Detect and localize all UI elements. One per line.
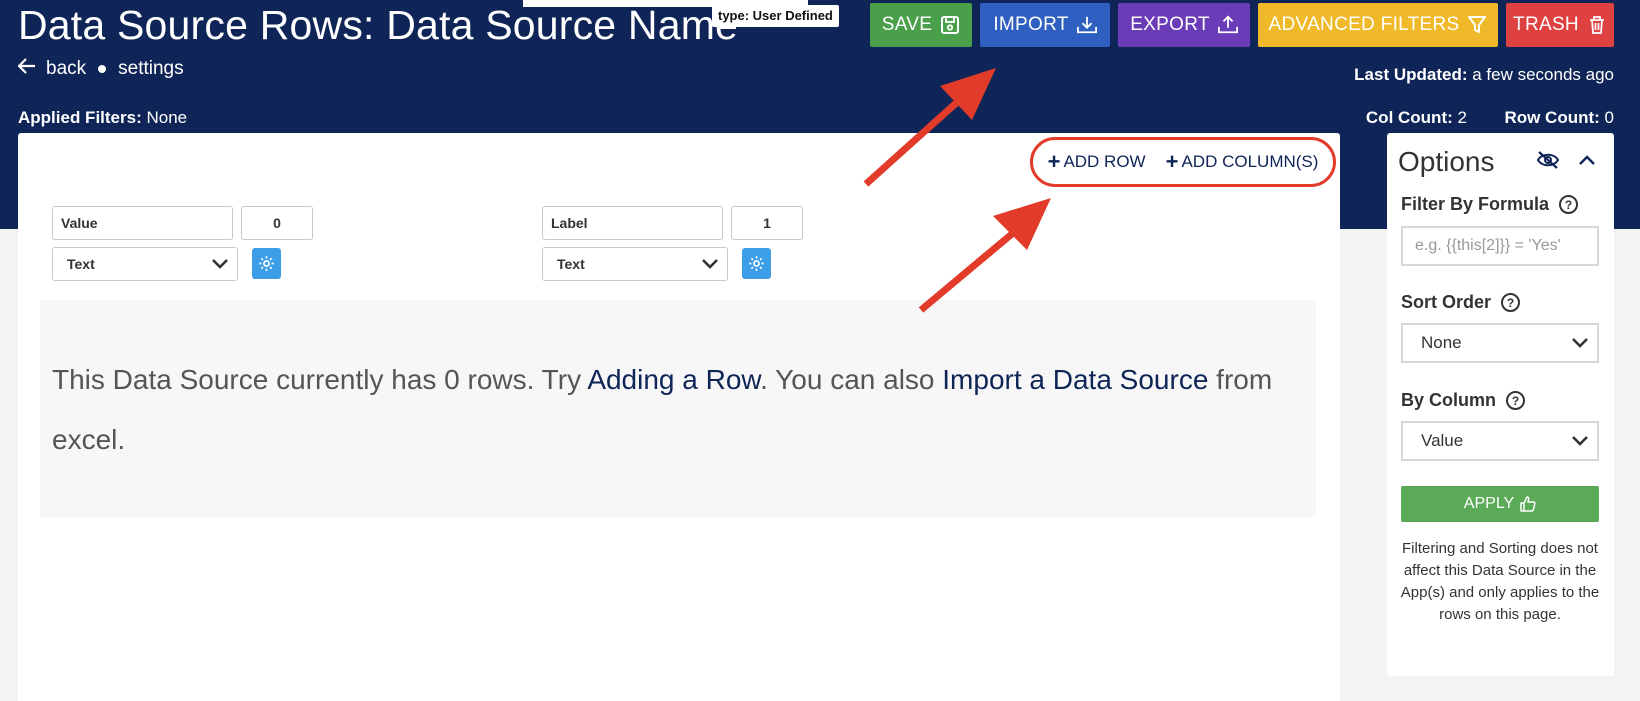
download-icon [1076, 16, 1097, 34]
trash-button-label: TRASH [1513, 14, 1579, 35]
last-updated: Last Updated: a few seconds ago [1354, 65, 1614, 85]
save-button[interactable]: SAVE [870, 3, 972, 47]
column-type-value: Text [67, 256, 95, 272]
last-updated-value: a few seconds ago [1472, 65, 1614, 84]
separator-dot [98, 65, 107, 73]
advanced-filters-button[interactable]: ADVANCED FILTERS [1258, 3, 1498, 47]
options-title: Options [1398, 146, 1495, 177]
empty-text: This Data Source currently has 0 rows. T… [52, 364, 588, 395]
filter-icon [1468, 16, 1487, 33]
export-button[interactable]: EXPORT [1118, 3, 1250, 47]
import-button-label: IMPORT [993, 14, 1069, 35]
annotation-arrow-icon [863, 68, 996, 187]
chevron-up-icon[interactable] [1578, 153, 1596, 171]
plus-icon: + [1165, 149, 1179, 174]
trash-icon [1589, 16, 1604, 34]
settings-link[interactable]: settings [118, 58, 183, 80]
back-arrow-icon[interactable] [17, 58, 36, 80]
counts: Col Count: 2 Row Count: 0 [1366, 108, 1614, 128]
filter-formula-label-text: Filter By Formula [1401, 194, 1550, 214]
by-column-label-text: By Column [1401, 390, 1497, 410]
thumbs-up-icon [1520, 496, 1536, 512]
column-index-input[interactable]: 0 [241, 206, 313, 240]
applied-filters-label: Applied Filters: [18, 108, 142, 127]
chevron-down-icon [212, 259, 228, 269]
applied-filters: Applied Filters: None [18, 108, 187, 128]
add-row-label: ADD ROW [1063, 152, 1146, 171]
trash-button[interactable]: TRASH [1506, 3, 1614, 47]
sort-order-label-text: Sort Order [1401, 292, 1492, 312]
last-updated-label: Last Updated: [1354, 65, 1468, 84]
breadcrumb: back settings [17, 58, 184, 80]
sort-order-value: None [1421, 333, 1462, 352]
help-icon[interactable]: ? [1559, 195, 1579, 214]
column-settings-button[interactable] [742, 248, 771, 279]
page-title: Data Source Rows: Data Source Name [18, 2, 739, 48]
help-icon[interactable]: ? [1506, 391, 1526, 410]
column-type-select[interactable]: Text [52, 247, 238, 281]
chevron-down-icon [1572, 338, 1588, 348]
eye-slash-icon[interactable] [1536, 151, 1560, 174]
filter-formula-label: Filter By Formula ? [1401, 194, 1579, 215]
upload-icon [1217, 15, 1238, 34]
row-count-label: Row Count: [1504, 108, 1600, 127]
empty-state-message: This Data Source currently has 0 rows. T… [52, 350, 1312, 470]
import-button[interactable]: IMPORT [980, 3, 1110, 47]
floppy-disk-icon [941, 16, 960, 34]
gear-icon [749, 256, 764, 271]
filter-formula-input[interactable]: e.g. {{this[2]}} = 'Yes' [1401, 226, 1599, 266]
adding-a-row-link[interactable]: Adding a Row [587, 364, 760, 395]
save-button-label: SAVE [881, 14, 933, 35]
applied-filters-value: None [146, 108, 188, 127]
export-button-label: EXPORT [1130, 14, 1210, 35]
add-actions-highlight: + ADD ROW + ADD COLUMN(S) [1030, 137, 1336, 187]
back-link[interactable]: back [46, 58, 86, 80]
column-name-input[interactable]: Label [542, 206, 723, 240]
row-count-value: 0 [1604, 108, 1614, 127]
help-icon[interactable]: ? [1501, 293, 1521, 312]
annotation-arrow-icon [918, 198, 1051, 313]
empty-text: . You can also [760, 364, 943, 395]
advanced-filters-button-label: ADVANCED FILTERS [1268, 14, 1460, 35]
column-index-input[interactable]: 1 [731, 206, 803, 240]
column-type-value: Text [557, 256, 585, 272]
sort-order-select[interactable]: None [1401, 323, 1599, 363]
add-columns-label: ADD COLUMN(S) [1181, 152, 1319, 171]
add-row-button[interactable]: + ADD ROW [1048, 151, 1146, 173]
column-type-select[interactable]: Text [542, 247, 728, 281]
by-column-select[interactable]: Value [1401, 421, 1599, 461]
chevron-down-icon [702, 259, 718, 269]
column-settings-button[interactable] [252, 248, 281, 279]
add-columns-button[interactable]: + ADD COLUMN(S) [1166, 151, 1319, 173]
by-column-value: Value [1421, 431, 1464, 450]
by-column-label: By Column ? [1401, 390, 1526, 411]
col-count-value: 2 [1457, 108, 1467, 127]
type-badge: type: User Defined [712, 5, 839, 27]
chevron-down-icon [1572, 436, 1588, 446]
col-count-label: Col Count: [1365, 108, 1453, 127]
column-name-input[interactable]: Value [52, 206, 233, 240]
apply-button-label: APPLY [1463, 495, 1515, 512]
import-data-source-link[interactable]: Import a Data Source [942, 364, 1208, 395]
apply-button[interactable]: APPLY [1401, 486, 1599, 522]
plus-icon: + [1047, 149, 1061, 174]
options-note: Filtering and Sorting does not affect th… [1400, 540, 1600, 623]
gear-icon [259, 256, 274, 271]
sort-order-label: Sort Order ? [1401, 292, 1521, 313]
